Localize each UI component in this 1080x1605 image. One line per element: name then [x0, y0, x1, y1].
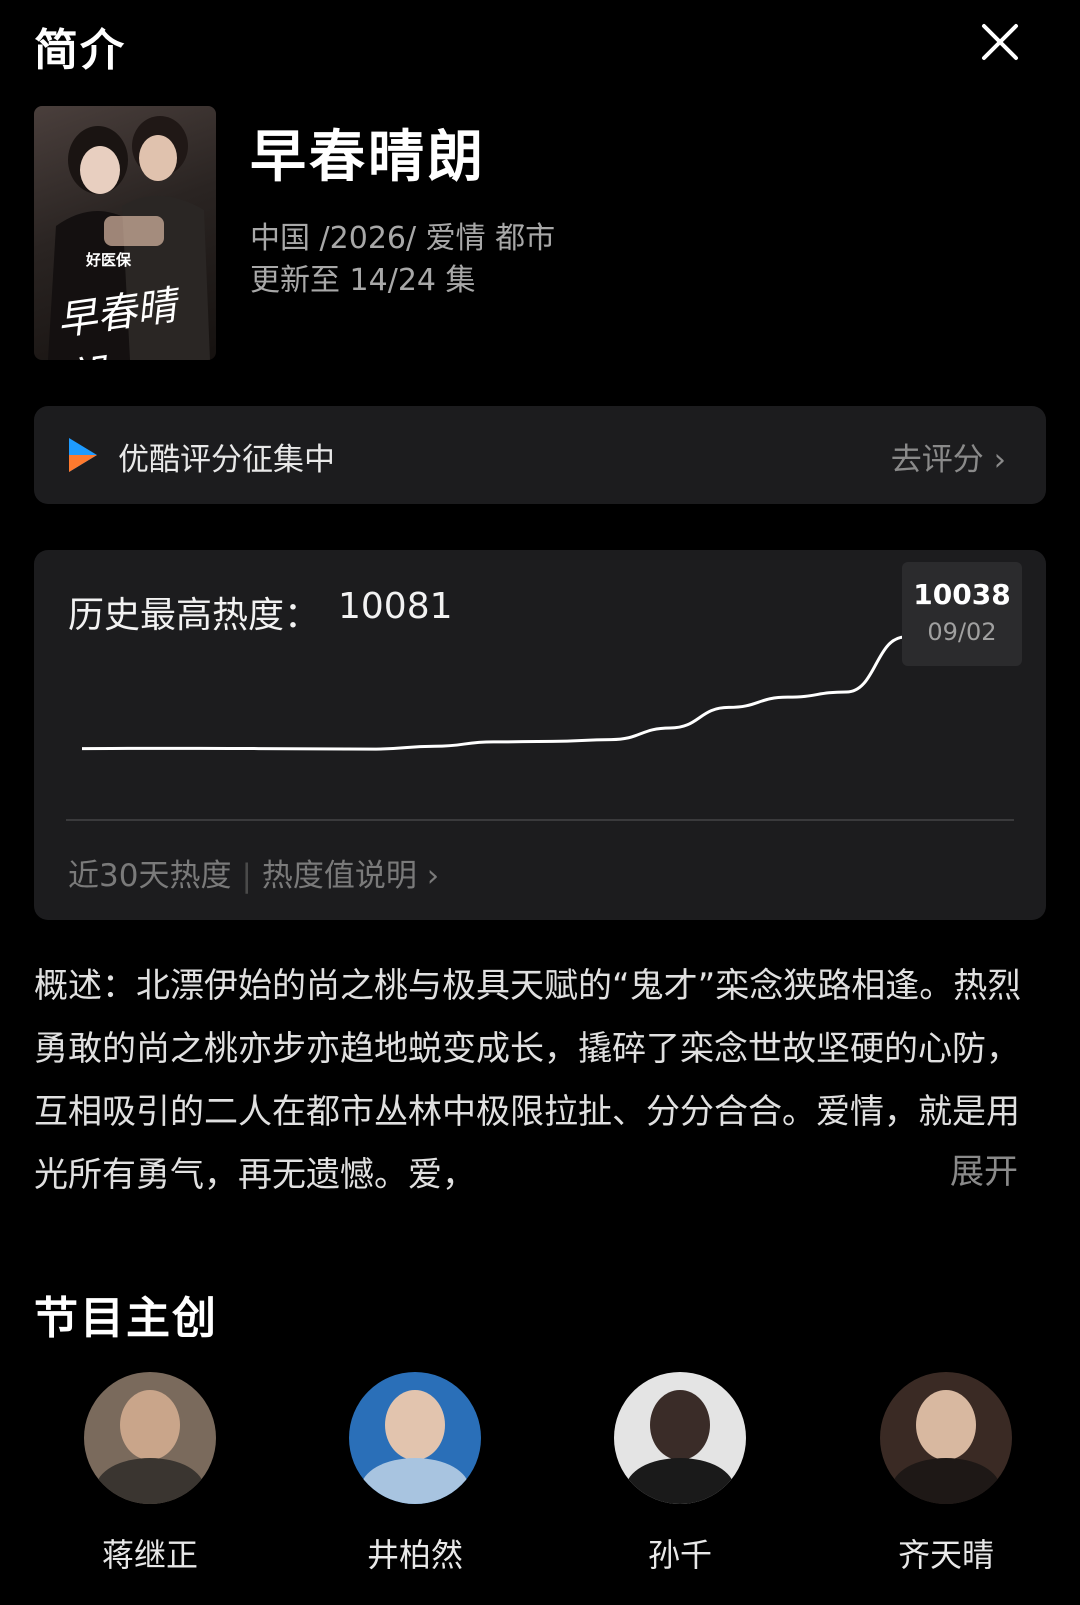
show-title: 早春晴朗: [250, 125, 486, 190]
heat-card: 历史最高热度： 10081 10038 09/02 近30天热度 | 热度值说明 ›: [34, 550, 1046, 920]
cast-member[interactable]: 孙千: [600, 1372, 760, 1576]
tooltip-value: 10038: [913, 578, 1011, 611]
heat-max-label: 历史最高热度：: [68, 595, 321, 636]
heat-explanation-link[interactable]: 热度值说明 ›: [262, 858, 439, 894]
show-meta: 中国 /2026/ 爱情 都市: [250, 221, 556, 256]
rating-label: 优酷评分征集中: [118, 442, 335, 478]
avatar-head: [120, 1390, 180, 1460]
heat-tooltip: 10038 09/02: [902, 562, 1022, 666]
heat-series-line: [81, 634, 965, 751]
cast-name: 齐天晴: [897, 1536, 994, 1574]
cast-name: 蒋继正: [101, 1536, 198, 1574]
cast-section-title: 节目主创: [34, 1293, 218, 1344]
avatar: [880, 1372, 1012, 1504]
expand-button[interactable]: 展开: [940, 1144, 1018, 1193]
synopsis-text: 概述：北漂伊始的尚之桃与极具天赋的“鬼才”栾念狭路相逢。热烈勇敢的尚之桃亦步亦趋…: [34, 966, 1022, 1195]
youku-logo-icon: [69, 438, 97, 472]
footer-divider: |: [241, 858, 252, 894]
avatar-head: [385, 1390, 445, 1460]
avatar: [84, 1372, 216, 1504]
cast-member[interactable]: 齐天晴: [866, 1372, 1026, 1576]
rating-card[interactable]: 优酷评分征集中 去评分 ›: [34, 406, 1046, 504]
rate-button[interactable]: 去评分 ›: [891, 434, 1006, 479]
cast-name: 井柏然: [366, 1536, 463, 1574]
avatar-body: [892, 1458, 1000, 1504]
avatar-body: [626, 1458, 734, 1504]
poster-watermark: 好医保: [86, 251, 132, 269]
cast-member[interactable]: 井柏然: [335, 1372, 495, 1576]
avatar: [349, 1372, 481, 1504]
page-title: 简介: [34, 25, 126, 76]
tooltip-date: 09/02: [927, 618, 997, 646]
show-poster: 好医保 早春晴朗: [34, 106, 216, 360]
heat-period-label: 近30天热度: [68, 858, 232, 894]
detail-page: 简介 好医保 早春晴朗 早春晴朗 中国 /2026/ 爱情 都市 更新至 14/…: [0, 0, 1080, 1605]
heat-max-value: 10081: [338, 586, 453, 627]
close-icon: [982, 24, 1018, 60]
heat-footer: 近30天热度 | 热度值说明 ›: [68, 850, 439, 895]
episode-update: 更新至 14/24 集: [250, 263, 476, 298]
close-button[interactable]: [978, 20, 1022, 64]
avatar-head: [916, 1390, 976, 1460]
avatar: [614, 1372, 746, 1504]
cast-name: 孙千: [647, 1536, 712, 1574]
cast-member[interactable]: 蒋继正: [70, 1372, 230, 1576]
avatar-body: [96, 1458, 204, 1504]
avatar-head: [650, 1390, 710, 1460]
avatar-body: [361, 1458, 469, 1504]
